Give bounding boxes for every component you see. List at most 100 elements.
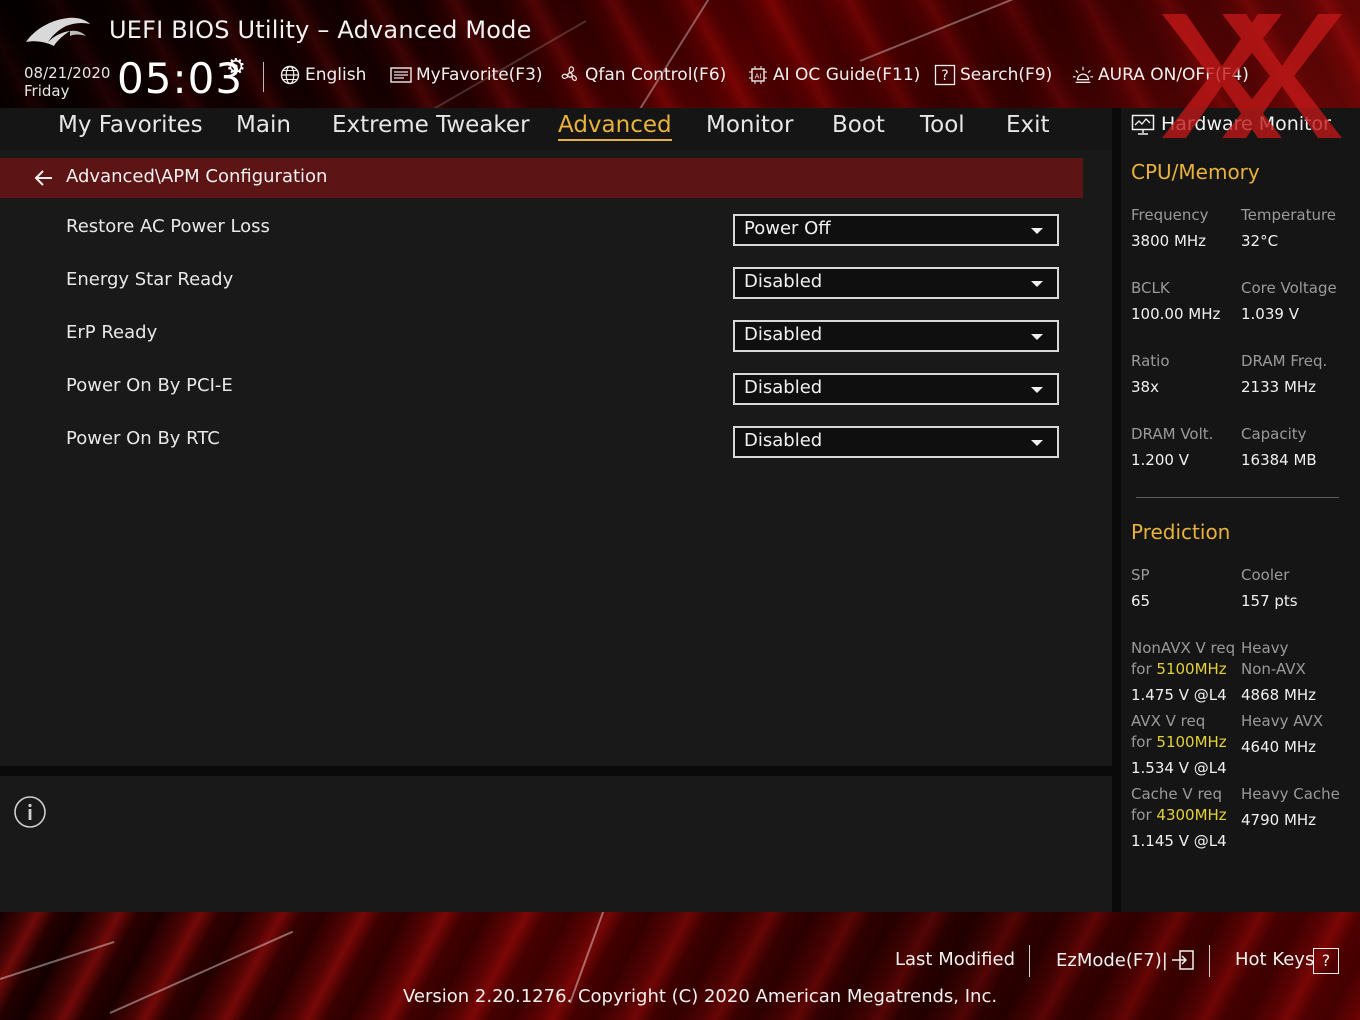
energy-star-ready-select[interactable]: Disabled xyxy=(733,267,1059,299)
hot-keys-help-icon[interactable]: ? xyxy=(1313,948,1339,974)
avx-for-label: for 5100MHz xyxy=(1131,733,1227,751)
tab-boot[interactable]: Boot xyxy=(832,112,885,138)
select-value: Disabled xyxy=(744,271,823,292)
heavy-nonavx-label-1: Heavy xyxy=(1241,639,1289,657)
restore-ac-power-loss-select[interactable]: Power Off xyxy=(733,214,1059,246)
rog-logo-icon xyxy=(26,17,90,46)
capacity-label: Capacity xyxy=(1241,425,1307,443)
frequency-label: Frequency xyxy=(1131,206,1209,224)
header-bar: UEFI BIOS Utility – Advanced Mode 08/21/… xyxy=(0,0,1360,108)
language-button[interactable]: English xyxy=(279,64,366,86)
my-favorite-button[interactable]: MyFavorite(F3) xyxy=(390,64,543,86)
ai-oc-guide-button[interactable]: AI AI OC Guide(F11) xyxy=(747,64,920,86)
heavy-nonavx-label-2: Non-AVX xyxy=(1241,660,1306,678)
ai-chip-icon: AI xyxy=(747,64,769,86)
clock-settings-gear-icon[interactable]: ⚙ xyxy=(226,55,246,80)
tab-advanced[interactable]: Advanced xyxy=(558,112,672,141)
search-button[interactable]: ? Search(F9) xyxy=(934,64,1052,86)
main-menu-bar: My Favorites Main Extreme Tweaker Advanc… xyxy=(0,108,1112,151)
sp-label: SP xyxy=(1131,566,1150,584)
dram-volt-label: DRAM Volt. xyxy=(1131,425,1214,443)
cache-for-label: for 4300MHz xyxy=(1131,806,1227,824)
globe-icon xyxy=(279,64,301,86)
cache-req-label: Cache V req xyxy=(1131,785,1223,803)
fan-icon xyxy=(559,64,581,86)
watermark-logo-icon xyxy=(1162,14,1342,138)
avx-voltage-value: 1.534 V @L4 xyxy=(1131,759,1227,777)
language-label: English xyxy=(305,65,367,85)
svg-text:?: ? xyxy=(941,68,948,84)
footer-divider xyxy=(1029,945,1030,977)
select-value: Power Off xyxy=(744,218,831,239)
ratio-label: Ratio xyxy=(1131,352,1170,370)
prediction-heading: Prediction xyxy=(1131,520,1231,544)
toolbar-divider xyxy=(263,62,264,92)
dram-volt-value: 1.200 V xyxy=(1131,451,1189,469)
hw-monitor-divider xyxy=(1112,108,1121,912)
heavy-avx-value: 4640 MHz xyxy=(1241,738,1317,756)
dropdown-caret-icon xyxy=(1031,440,1043,446)
dropdown-caret-icon xyxy=(1031,228,1043,234)
back-arrow-icon[interactable] xyxy=(32,166,56,190)
hot-keys-button[interactable]: Hot Keys xyxy=(1235,949,1314,970)
tab-monitor[interactable]: Monitor xyxy=(706,112,793,138)
footer-bar: Last Modified EzMode(F7)| Hot Keys ? Ver… xyxy=(0,912,1360,1020)
ratio-value: 38x xyxy=(1131,378,1159,396)
qfan-control-label: Qfan Control(F6) xyxy=(585,65,727,85)
qfan-control-button[interactable]: Qfan Control(F6) xyxy=(559,64,726,86)
info-icon xyxy=(14,796,46,828)
setting-label-restore-ac-power-loss: Restore AC Power Loss xyxy=(66,216,270,237)
nonavx-target-freq: 5100MHz xyxy=(1156,660,1227,678)
help-info-panel xyxy=(0,776,1112,912)
tab-extreme-tweaker[interactable]: Extreme Tweaker xyxy=(332,112,530,138)
svg-text:AI: AI xyxy=(755,73,762,81)
search-label: Search(F9) xyxy=(960,65,1053,85)
select-value: Disabled xyxy=(744,430,823,451)
date-display: 08/21/2020 Friday xyxy=(24,64,110,100)
dropdown-caret-icon xyxy=(1031,281,1043,287)
hw-section-divider xyxy=(1136,497,1339,498)
last-modified-button[interactable]: Last Modified xyxy=(895,949,1015,970)
aura-light-icon xyxy=(1072,64,1094,86)
day-text: Friday xyxy=(24,82,70,100)
version-copyright-text: Version 2.20.1276. Copyright (C) 2020 Am… xyxy=(403,986,998,1007)
select-value: Disabled xyxy=(744,324,823,345)
dram-freq-label: DRAM Freq. xyxy=(1241,352,1328,370)
dropdown-caret-icon xyxy=(1031,334,1043,340)
setting-label-energy-star-ready: Energy Star Ready xyxy=(66,269,234,290)
for-word: for xyxy=(1131,733,1152,751)
heavy-avx-label: Heavy AVX xyxy=(1241,712,1324,730)
date-text: 08/21/2020 xyxy=(24,64,111,82)
tab-tool[interactable]: Tool xyxy=(920,112,965,138)
core-voltage-value: 1.039 V xyxy=(1241,305,1299,323)
cache-voltage-value: 1.145 V @L4 xyxy=(1131,832,1227,850)
ezmode-button[interactable]: EzMode(F7)| xyxy=(1056,949,1196,971)
power-on-by-rtc-select[interactable]: Disabled xyxy=(733,426,1059,458)
footer-decor-line xyxy=(109,930,294,1014)
exit-to-ezmode-icon xyxy=(1171,950,1194,970)
ai-oc-guide-label: AI OC Guide(F11) xyxy=(773,65,921,85)
breadcrumb-path: Advanced\APM Configuration xyxy=(66,166,328,187)
erp-ready-select[interactable]: Disabled xyxy=(733,320,1059,352)
monitor-icon xyxy=(1131,114,1155,135)
frequency-value: 3800 MHz xyxy=(1131,232,1207,250)
nonavx-voltage-value: 1.475 V @L4 xyxy=(1131,686,1227,704)
tab-exit[interactable]: Exit xyxy=(1006,112,1050,138)
tab-my-favorites[interactable]: My Favorites xyxy=(58,112,203,138)
dropdown-caret-icon xyxy=(1031,387,1043,393)
temperature-label: Temperature xyxy=(1241,206,1337,224)
panel-divider xyxy=(0,766,1112,776)
cooler-value: 157 pts xyxy=(1241,592,1298,610)
nonavx-for-label: for 5100MHz xyxy=(1131,660,1227,678)
bclk-label: BCLK xyxy=(1131,279,1170,297)
nonavx-req-label: NonAVX V req xyxy=(1131,639,1236,657)
heavy-cache-value: 4790 MHz xyxy=(1241,811,1317,829)
tab-main[interactable]: Main xyxy=(236,112,291,138)
settings-panel: Advanced\APM Configuration Restore AC Po… xyxy=(0,150,1112,766)
power-on-by-pcie-select[interactable]: Disabled xyxy=(733,373,1059,405)
clock-display[interactable]: 05:03 xyxy=(117,54,243,103)
for-word: for xyxy=(1131,660,1152,678)
footer-decor-line xyxy=(0,940,115,980)
core-voltage-label: Core Voltage xyxy=(1241,279,1337,297)
avx-req-label: AVX V req xyxy=(1131,712,1206,730)
